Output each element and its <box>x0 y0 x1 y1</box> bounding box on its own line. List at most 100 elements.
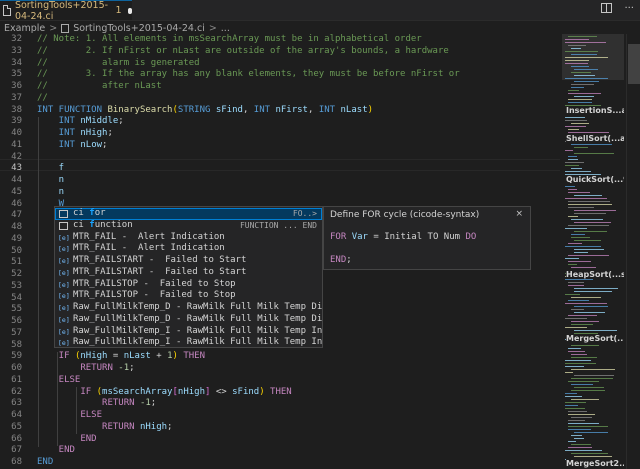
minimap-line <box>568 381 599 382</box>
editor-tab[interactable]: SortingTools+2015-04-24.ci 1 <box>0 0 133 22</box>
minimap-line <box>574 96 594 97</box>
suggestion-item[interactable]: [e] MTR_FAILSTOP - Failed to Stop <box>55 290 322 302</box>
minimap-line <box>571 54 597 55</box>
suggestion-item[interactable]: [e] MTR_FAILSTOP - Failed to Stop <box>55 279 322 291</box>
minimap-line <box>574 153 614 154</box>
line-number: 42 <box>11 151 22 162</box>
enum-member-icon: [e] <box>58 327 70 336</box>
suggestion-item[interactable]: [e] Raw_FullMilkTemp_D - RawMilk Full Mil… <box>55 314 322 326</box>
minimap-line <box>565 279 593 280</box>
code-editor[interactable]: 32 // Note: 1. All elements in msSearchAr… <box>0 34 560 469</box>
code-token: INT <box>318 104 341 115</box>
minimap-line <box>568 189 577 190</box>
breadcrumb: Example > SortingTools+2015-04-24.ci > .… <box>0 21 640 35</box>
breadcrumb-file[interactable]: SortingTools+2015-04-24.ci <box>73 23 205 34</box>
minimap-line <box>571 309 584 310</box>
minimap-line <box>565 360 591 361</box>
suggestion-item[interactable]: [e] MTR_FAILSTART - Failed to Start <box>55 255 322 267</box>
more-actions-icon[interactable]: ··· <box>624 3 634 14</box>
code-token: msSearchArray <box>102 386 173 397</box>
minimap-line <box>565 408 585 409</box>
suggestion-label: ci for <box>73 208 106 218</box>
suggestion-widget[interactable]: ci for FO..> ci function FUNCTION ... END [e… <box>54 206 323 348</box>
unsaved-dot-icon[interactable] <box>127 7 133 14</box>
code-token: ; <box>167 421 173 432</box>
code-token: INT <box>253 104 276 115</box>
breadcrumb-root[interactable]: Example <box>4 23 45 34</box>
minimap-line <box>571 219 603 220</box>
enum-member-icon: [e] <box>58 280 70 289</box>
minimap-line <box>565 393 577 394</box>
minimap-line <box>568 414 595 415</box>
line-number: 68 <box>11 457 22 467</box>
minimap-line <box>574 195 602 196</box>
code-token: RETURN <box>37 398 140 409</box>
minimap-line <box>571 168 582 169</box>
minimap-section-label: HeapSort(...st = 478) <box>566 270 624 279</box>
vertical-scrollbar[interactable] <box>626 34 640 469</box>
code-token: ; <box>118 116 124 127</box>
code-token: , <box>307 104 319 115</box>
code-line: 34 // alarm is generated <box>0 58 560 70</box>
suggestion-item[interactable]: [e] Raw_FullMilkTemp_D - RawMilk Full Mil… <box>55 302 322 314</box>
suggestion-item[interactable]: [e] MTR_FAILSTART - Failed to Start <box>55 267 322 279</box>
line-number: 32 <box>11 34 22 44</box>
code-token: = Initial TO Num <box>367 232 466 242</box>
minimap-line <box>574 249 604 250</box>
code-token: FOR <box>330 232 352 242</box>
code-line: 66 END <box>0 434 560 446</box>
minimap-line <box>571 357 597 358</box>
minimap-line <box>571 399 599 400</box>
suggestion-item[interactable]: [e] MTR_FAIL - Alert Indication <box>55 243 322 255</box>
code-token: , <box>242 104 254 115</box>
code-token: BinarySearch <box>107 104 173 115</box>
scrollbar-thumb[interactable] <box>628 44 640 84</box>
line-content: IF (msSearchArray[nHigh] <> sFind) THEN <box>37 386 291 399</box>
enum-member-icon: [e] <box>58 257 70 265</box>
suggestion-item[interactable]: ci function FUNCTION ... END <box>55 220 322 232</box>
code-token: nFirst <box>275 104 308 115</box>
split-editor-icon[interactable] <box>601 3 613 13</box>
code-token: n <box>37 186 65 197</box>
line-content: f <box>37 163 64 175</box>
minimap-line <box>565 39 589 40</box>
minimap-line <box>571 324 593 325</box>
line-number: 62 <box>11 386 22 397</box>
minimap-line <box>565 303 607 304</box>
minimap-line <box>568 420 585 421</box>
code-token: = <box>107 351 124 362</box>
minimap-line <box>571 453 608 454</box>
minimap-line <box>565 42 606 43</box>
code-line: 40 INT nHigh; <box>0 128 560 140</box>
code-line: 39 INT nMiddle; <box>0 116 560 128</box>
code-token: END <box>37 445 75 456</box>
minimap-line <box>568 192 590 193</box>
breadcrumb-more[interactable]: ... <box>221 23 230 34</box>
line-number: 38 <box>11 104 22 115</box>
minimap-line <box>568 243 582 244</box>
minimap-line <box>565 63 588 64</box>
suggestion-item[interactable]: [e] Raw_FullMilkTemp_I - RawMilk Full Mil… <box>55 337 322 347</box>
minimap[interactable]: InsertionS...ast = 478) ShellSort(...ast … <box>562 34 624 469</box>
code-token: STRING <box>177 104 216 115</box>
snippet-icon <box>59 221 68 230</box>
minimap-line <box>568 282 584 283</box>
minimap-line <box>568 429 591 430</box>
suggestion-item[interactable]: ci for FO..> <box>55 208 322 220</box>
line-content: INT nMiddle; <box>37 116 124 128</box>
minimap-line <box>568 156 577 157</box>
suggestion-item[interactable]: [e] MTR_FAIL - Alert Indication <box>55 232 322 244</box>
suggestion-item[interactable]: [e] Raw_FullMilkTemp_I - RawMilk Full Mil… <box>55 326 322 338</box>
line-number: 37 <box>11 92 22 103</box>
line-content: // <box>37 93 48 105</box>
code-token: ) <box>259 386 271 397</box>
minimap-line <box>571 123 589 124</box>
minimap-line <box>571 66 589 67</box>
close-icon[interactable]: × <box>515 209 523 219</box>
line-number: 51 <box>11 257 22 268</box>
code-line: 67 END <box>0 445 560 457</box>
enum-member-icon: [e] <box>58 304 70 312</box>
minimap-line <box>568 225 609 226</box>
suggestion-label: MTR_FAILSTART - Failed to Start <box>73 255 247 265</box>
suggestion-label: ci function <box>73 219 133 230</box>
